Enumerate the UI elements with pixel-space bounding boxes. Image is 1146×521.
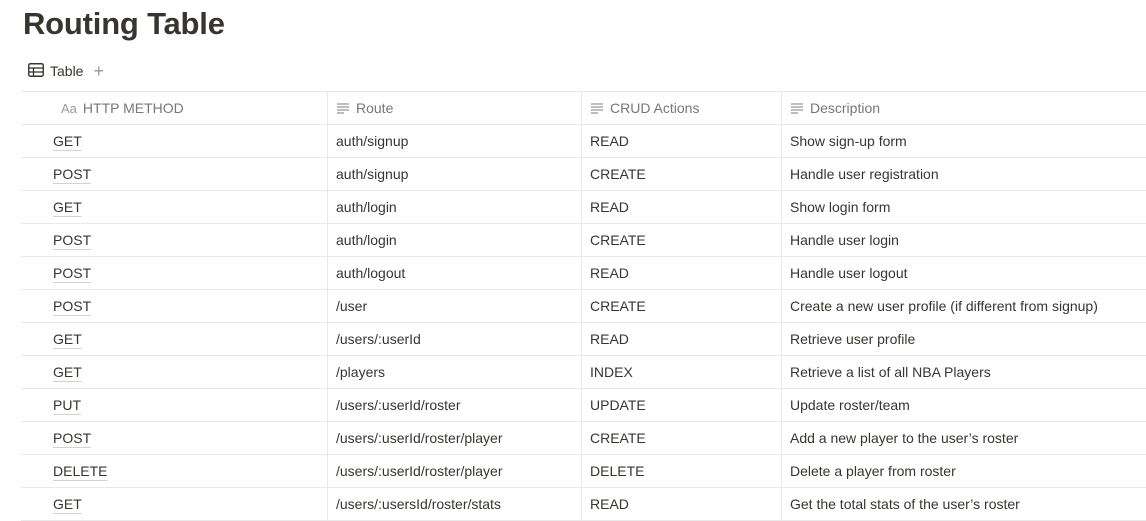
method-cell[interactable]: DELETE [53,463,107,479]
route-cell[interactable]: /user [328,290,582,322]
route-cell[interactable]: auth/signup [328,158,582,190]
table-row[interactable]: POST auth/logout READ Handle user logout [21,257,1146,290]
table-header-row: Aa HTTP METHOD Route CRUD Actions Descri… [21,92,1146,125]
column-header-description[interactable]: Description [782,92,1146,124]
route-cell[interactable]: auth/login [328,224,582,256]
method-cell[interactable]: GET [53,199,82,215]
method-cell[interactable]: GET [53,496,82,512]
text-type-icon: Aa [61,100,77,116]
column-header-http-method[interactable]: Aa HTTP METHOD [21,92,328,124]
crud-cell[interactable]: CREATE [582,422,782,454]
tab-table-label: Table [50,63,84,79]
description-cell[interactable]: Create a new user profile (if different … [782,290,1146,322]
route-cell[interactable]: /users/:userId/roster/player [328,455,582,487]
text-lines-icon [336,102,350,114]
view-tabs: Table + [28,60,104,82]
route-cell[interactable]: auth/login [328,191,582,223]
tab-table-view[interactable]: Table [28,62,84,80]
column-header-label: HTTP METHOD [82,100,184,116]
crud-cell[interactable]: READ [582,488,782,520]
method-cell[interactable]: GET [53,133,82,149]
crud-cell[interactable]: READ [582,323,782,355]
text-lines-icon [590,102,604,114]
route-cell[interactable]: /players [328,356,582,388]
routing-table: Aa HTTP METHOD Route CRUD Actions Descri… [21,91,1146,521]
description-cell[interactable]: Retrieve a list of all NBA Players [782,356,1146,388]
description-cell[interactable]: Add a new player to the user’s roster [782,422,1146,454]
description-cell[interactable]: Retrieve user profile [782,323,1146,355]
crud-cell[interactable]: READ [582,191,782,223]
crud-cell[interactable]: INDEX [582,356,782,388]
text-lines-icon [790,102,804,114]
route-cell[interactable]: /users/:userId [328,323,582,355]
table-row[interactable]: GET /users/:usersId/roster/stats READ Ge… [21,488,1146,521]
table-row[interactable]: POST /users/:userId/roster/player CREATE… [21,422,1146,455]
table-icon [28,62,44,80]
method-cell[interactable]: POST [53,166,91,182]
column-header-label: Route [356,100,394,116]
description-cell[interactable]: Handle user login [782,224,1146,256]
method-cell[interactable]: POST [53,265,91,281]
method-cell[interactable]: POST [53,232,91,248]
method-cell[interactable]: GET [53,331,82,347]
table-row[interactable]: POST /user CREATE Create a new user prof… [21,290,1146,323]
route-cell[interactable]: /users/:userId/roster/player [328,422,582,454]
crud-cell[interactable]: CREATE [582,224,782,256]
crud-cell[interactable]: DELETE [582,455,782,487]
route-cell[interactable]: /users/:userId/roster [328,389,582,421]
method-cell[interactable]: POST [53,430,91,446]
column-header-crud-actions[interactable]: CRUD Actions [582,92,782,124]
table-row[interactable]: PUT /users/:userId/roster UPDATE Update … [21,389,1146,422]
description-cell[interactable]: Get the total stats of the user’s roster [782,488,1146,520]
description-cell[interactable]: Handle user registration [782,158,1146,190]
table-row[interactable]: DELETE /users/:userId/roster/player DELE… [21,455,1146,488]
crud-cell[interactable]: UPDATE [582,389,782,421]
column-header-label: Description [810,100,881,116]
crud-cell[interactable]: CREATE [582,158,782,190]
crud-cell[interactable]: READ [582,257,782,289]
description-cell[interactable]: Handle user logout [782,257,1146,289]
add-view-button[interactable]: + [93,62,104,80]
table-row[interactable]: POST auth/login CREATE Handle user login [21,224,1146,257]
crud-cell[interactable]: READ [582,125,782,157]
route-cell[interactable]: auth/signup [328,125,582,157]
description-cell[interactable]: Update roster/team [782,389,1146,421]
column-header-label: CRUD Actions [610,100,700,116]
method-cell[interactable]: POST [53,298,91,314]
table-row[interactable]: GET auth/login READ Show login form [21,191,1146,224]
table-row[interactable]: GET /players INDEX Retrieve a list of al… [21,356,1146,389]
route-cell[interactable]: /users/:usersId/roster/stats [328,488,582,520]
crud-cell[interactable]: CREATE [582,290,782,322]
description-cell[interactable]: Show login form [782,191,1146,223]
method-cell[interactable]: PUT [53,397,81,413]
page-title: Routing Table [23,6,225,41]
table-row[interactable]: GET auth/signup READ Show sign-up form [21,125,1146,158]
table-row[interactable]: POST auth/signup CREATE Handle user regi… [21,158,1146,191]
description-cell[interactable]: Show sign-up form [782,125,1146,157]
table-row[interactable]: GET /users/:userId READ Retrieve user pr… [21,323,1146,356]
description-cell[interactable]: Delete a player from roster [782,455,1146,487]
route-cell[interactable]: auth/logout [328,257,582,289]
column-header-route[interactable]: Route [328,92,582,124]
method-cell[interactable]: GET [53,364,82,380]
